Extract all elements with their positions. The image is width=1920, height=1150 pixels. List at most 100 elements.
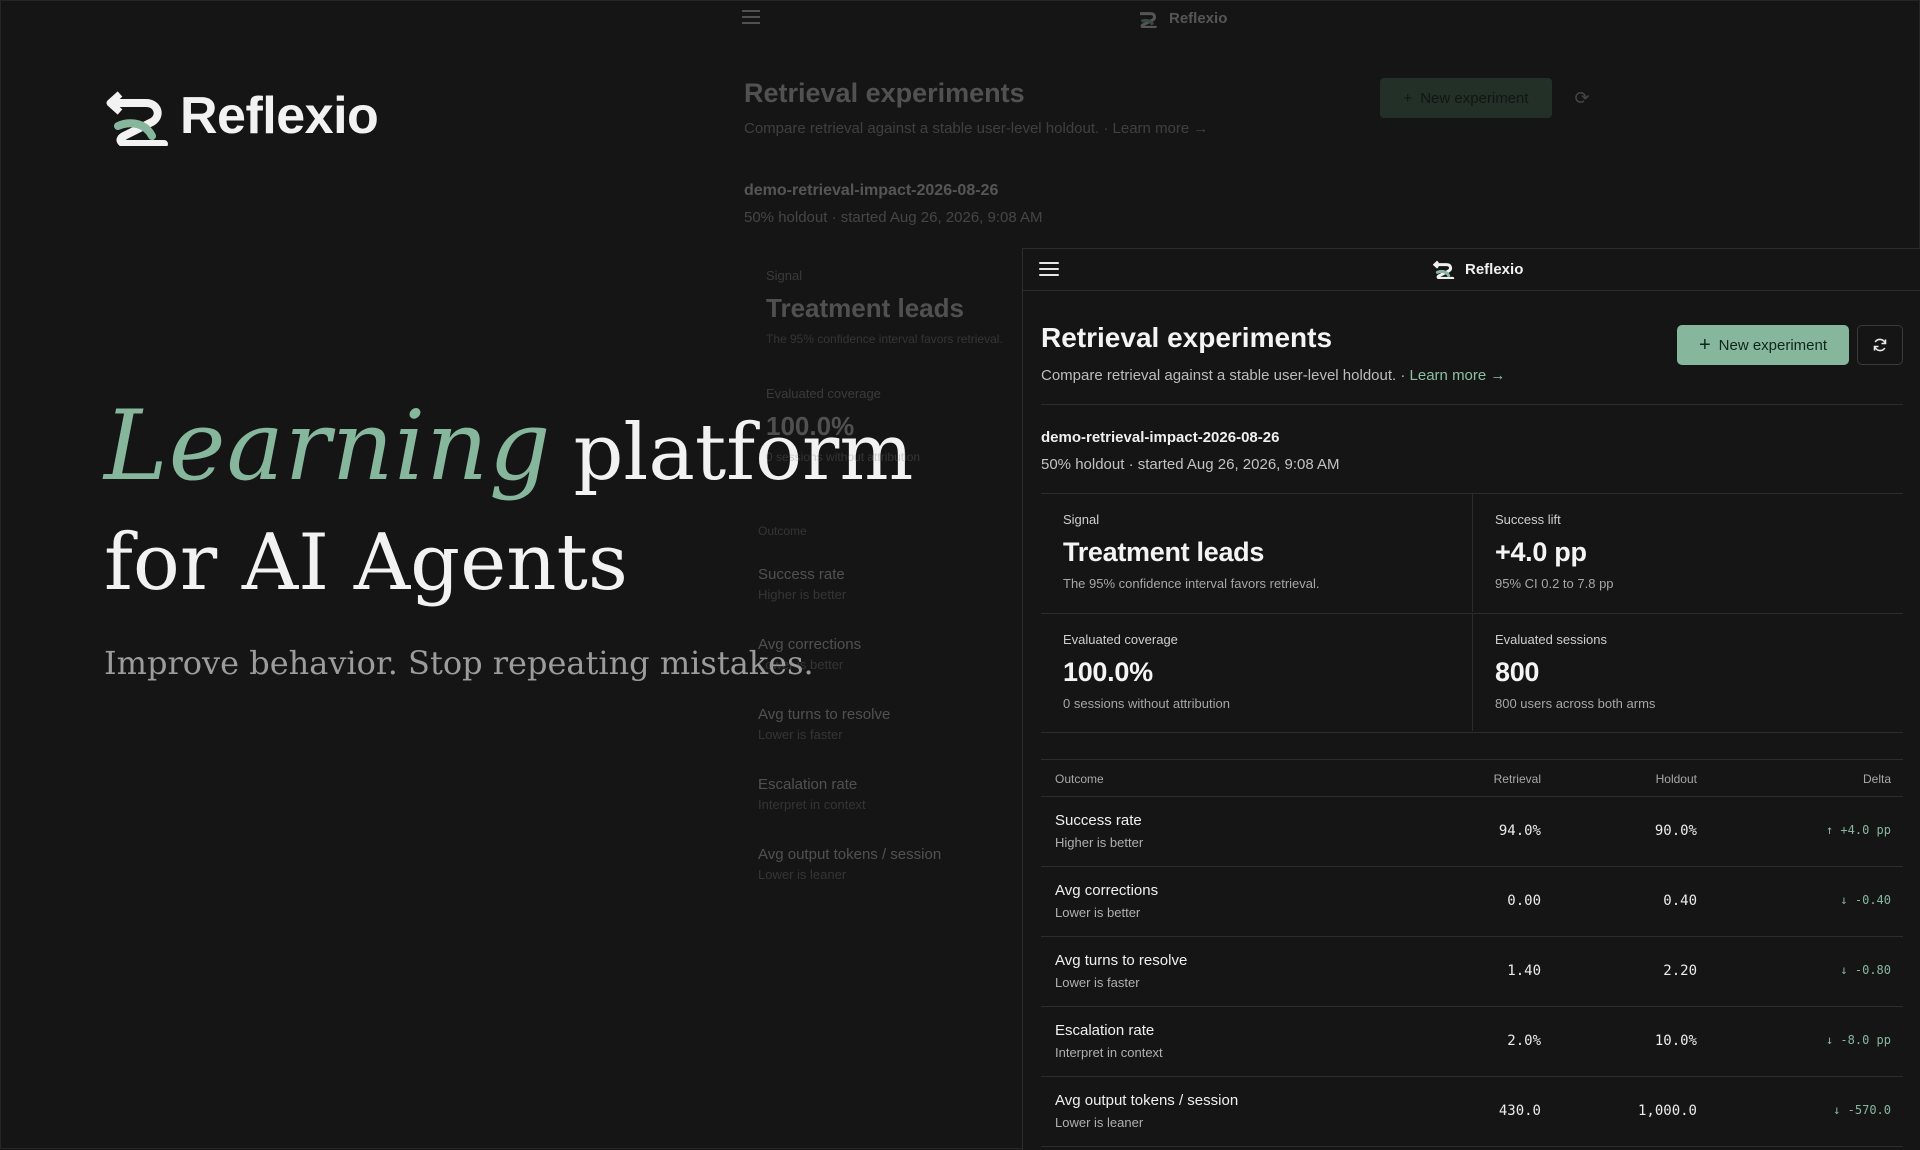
row-delta: ↓ -0.80 <box>1840 963 1891 977</box>
row-retrieval: 430.0 <box>1498 1103 1541 1119</box>
ghost-new-experiment-button: + New experiment <box>1380 78 1552 118</box>
stat-label: Signal <box>1063 512 1100 527</box>
brand-name: Reflexio <box>180 87 379 145</box>
hamburger-menu-icon[interactable] <box>1039 259 1059 279</box>
row-delta: ↓ -570.0 <box>1833 1103 1891 1117</box>
header-outcome: Outcome <box>1055 772 1104 786</box>
stat-value: 800 <box>1495 657 1540 687</box>
row-delta: ↓ -0.40 <box>1840 893 1891 907</box>
row-holdout: 10.0% <box>1654 1033 1697 1049</box>
row-holdout: 90.0% <box>1654 823 1697 839</box>
ghost-page-subtitle: Compare retrieval against a stable user-… <box>744 120 1208 137</box>
ghost-row-hint: Lower is faster <box>758 727 843 742</box>
table-row[interactable]: Escalation rate Interpret in context 2.0… <box>1041 1007 1903 1077</box>
experiment-name[interactable]: demo-retrieval-impact-2026-08-26 <box>1041 429 1279 446</box>
reflexio-logo-icon <box>1433 260 1455 279</box>
row-hint: Lower is faster <box>1055 975 1140 990</box>
row-name: Avg output tokens / session <box>1055 1092 1239 1109</box>
ghost-page-title: Retrieval experiments <box>744 78 1025 108</box>
topbar-brand-name: Reflexio <box>1465 260 1524 278</box>
row-delta: ↓ -8.0 pp <box>1825 1033 1891 1047</box>
ghost-table-header: Outcome <box>758 524 807 538</box>
ghost-row-hint: Lower is better <box>758 657 844 672</box>
plus-icon: + <box>1403 89 1413 107</box>
stat-value: +4.0 pp <box>1495 537 1587 567</box>
stats-grid: Signal Treatment leads The 95% confidenc… <box>1041 493 1903 733</box>
reflexio-logo-icon <box>106 91 168 146</box>
row-retrieval: 2.0% <box>1507 1033 1541 1049</box>
header-holdout: Holdout <box>1655 772 1697 786</box>
header-retrieval: Retrieval <box>1493 772 1541 786</box>
ghost-row-name: Avg output tokens / session <box>758 846 942 863</box>
stat-label: Evaluated coverage <box>1063 632 1178 647</box>
stat-desc: 95% CI 0.2 to 7.8 pp <box>1495 576 1614 591</box>
header-delta: Delta <box>1862 772 1891 786</box>
row-delta: ↑ +4.0 pp <box>1825 823 1891 837</box>
row-name: Avg turns to resolve <box>1055 952 1188 969</box>
ghost-brand-name: Reflexio <box>1169 9 1228 27</box>
stat-desc: 0 sessions without attribution <box>1063 696 1230 711</box>
ghost-row-name: Avg turns to resolve <box>758 706 891 723</box>
topbar-brand[interactable]: Reflexio <box>1433 259 1523 279</box>
stat-success-lift: Success lift +4.0 pp 95% CI 0.2 to 7.8 p… <box>1472 494 1903 612</box>
stat-label: Success lift <box>1495 512 1561 527</box>
reflexio-logo-icon <box>1140 12 1157 28</box>
ghost-learn-more: Learn more → <box>1112 120 1209 137</box>
row-retrieval: 94.0% <box>1498 823 1541 839</box>
divider <box>1041 404 1903 405</box>
ghost-stat-label: Signal <box>766 268 803 283</box>
row-hint: Lower is better <box>1055 905 1141 920</box>
ghost-stat-value: Treatment leads <box>766 293 964 323</box>
new-experiment-button[interactable]: + New experiment <box>1677 325 1849 365</box>
table-row[interactable]: Success rate Higher is better 94.0% 90.0… <box>1041 797 1903 867</box>
top-bar: Reflexio <box>1023 249 1920 291</box>
outcomes-table: Outcome Retrieval Holdout Delta Success … <box>1041 759 1903 1147</box>
ghost-stat-signal: Signal Treatment leads The 95% confidenc… <box>766 268 1003 346</box>
brand[interactable]: Reflexio <box>106 86 379 146</box>
table-header: Outcome Retrieval Holdout Delta <box>1041 759 1903 797</box>
refresh-button[interactable] <box>1857 325 1903 365</box>
stat-label: Evaluated sessions <box>1495 632 1608 647</box>
stat-desc: 800 users across both arms <box>1495 696 1656 711</box>
table-row[interactable]: Avg corrections Lower is better 0.00 0.4… <box>1041 867 1903 937</box>
row-holdout: 1,000.0 <box>1637 1103 1697 1119</box>
ghost-subtitle-text: Compare retrieval against a stable user-… <box>744 120 1109 137</box>
page-title: Retrieval experiments <box>1041 322 1333 353</box>
plus-icon: + <box>1698 334 1711 356</box>
hero-accent-word: Learning <box>104 390 552 502</box>
row-retrieval: 0.00 <box>1507 893 1541 909</box>
stat-value: Treatment leads <box>1063 537 1265 567</box>
learn-more-link[interactable]: Learn more → <box>1410 367 1506 384</box>
table-row[interactable]: Avg turns to resolve Lower is faster 1.4… <box>1041 937 1903 1007</box>
row-hint: Interpret in context <box>1055 1045 1163 1060</box>
ghost-table-row: Avg corrections Lower is better <box>758 636 1008 672</box>
ghost-table-row: Success rate Higher is better <box>758 566 1008 602</box>
page-subtitle: Compare retrieval against a stable user-… <box>1041 367 1505 384</box>
ghost-table-row: Avg output tokens / session Lower is lean… <box>758 846 1008 882</box>
experiment-meta: 50% holdout · started Aug 26, 2026, 9:08… <box>1041 456 1340 473</box>
ghost-experiment-meta: 50% holdout · started Aug 26, 2026, 9:08… <box>744 209 1043 226</box>
row-retrieval: 1.40 <box>1507 963 1541 979</box>
refresh-icon: ⟳ <box>1574 87 1590 108</box>
ghost-row-name: Success rate <box>758 566 845 583</box>
stat-desc: The 95% confidence interval favors retri… <box>1063 576 1320 591</box>
refresh-icon <box>1873 338 1887 352</box>
ghost-stat-desc: 0 sessions without attribution <box>766 450 921 464</box>
row-holdout: 0.40 <box>1663 893 1697 909</box>
stat-evaluated-coverage: Evaluated coverage 100.0% 0 sessions wit… <box>1041 613 1472 731</box>
ghost-stat-coverage: Evaluated coverage 100.0% 0 sessions wit… <box>766 386 920 464</box>
ghost-stat-label: Evaluated coverage <box>766 386 881 401</box>
row-holdout: 2.20 <box>1663 963 1697 979</box>
app-window: Reflexio Retrieval experiments Compare r… <box>1022 248 1920 1150</box>
stat-value: 100.0% <box>1063 657 1153 687</box>
ghost-row-name: Escalation rate <box>758 776 858 793</box>
page-subtitle-text: Compare retrieval against a stable user-… <box>1041 367 1406 384</box>
row-name: Avg corrections <box>1055 882 1159 899</box>
table-row[interactable]: Avg output tokens / session Lower is lea… <box>1041 1077 1903 1147</box>
ghost-table-row: Avg turns to resolve Lower is faster <box>758 706 1008 742</box>
ghost-brand: Reflexio <box>1137 8 1227 28</box>
hamburger-menu-icon <box>742 10 760 24</box>
ghost-table-row: Escalation rate Interpret in context <box>758 776 1008 812</box>
row-hint: Lower is leaner <box>1055 1115 1144 1130</box>
ghost-stat-desc: The 95% confidence interval favors retri… <box>766 332 1003 346</box>
